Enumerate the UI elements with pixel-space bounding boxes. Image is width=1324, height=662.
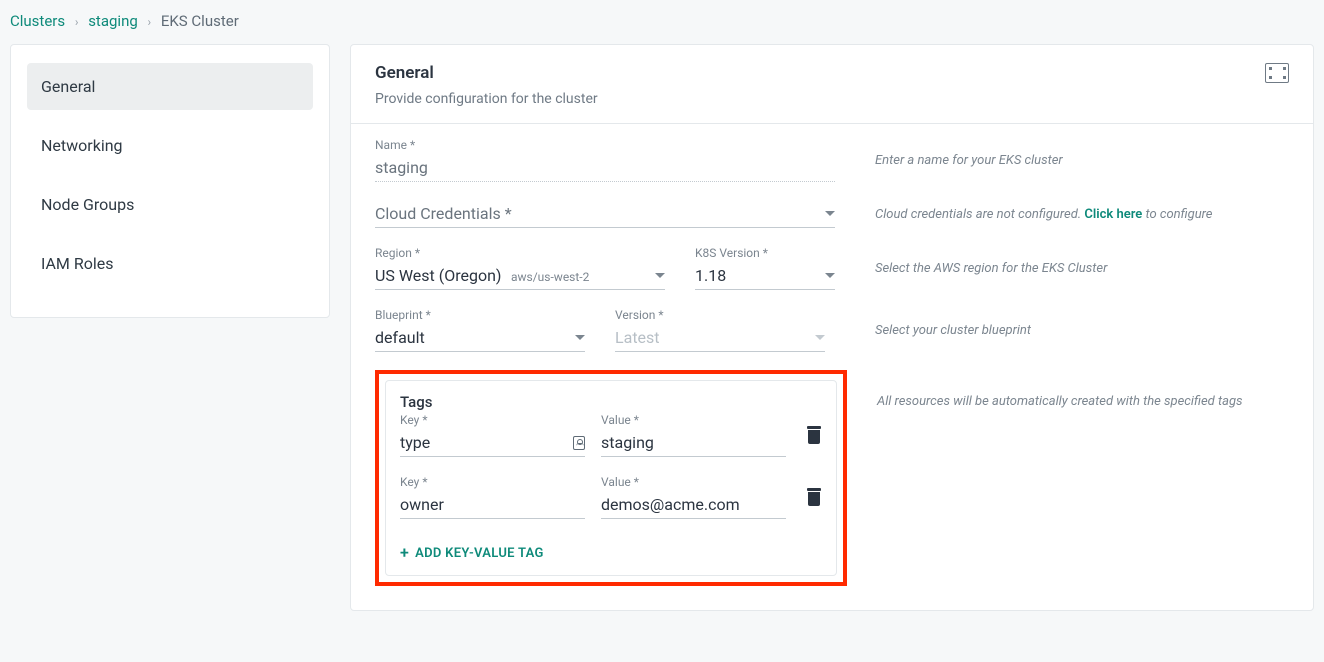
sidebar-item-iam-roles[interactable]: IAM Roles <box>27 240 313 287</box>
breadcrumb-env[interactable]: staging <box>88 12 138 30</box>
blueprint-label: Blueprint * <box>375 308 585 322</box>
add-tag-button[interactable]: + ADD KEY-VALUE TAG <box>400 545 822 561</box>
tag-row: Key * owner Value * demos@acme.com <box>400 475 822 519</box>
main-panel: General Provide configuration for the cl… <box>350 44 1314 611</box>
sidebar-item-general[interactable]: General <box>27 63 313 110</box>
tags-title: Tags <box>400 393 822 411</box>
sidebar: General Networking Node Groups IAM Roles <box>10 44 330 318</box>
tags-highlight-box: Tags Key * type <box>375 370 847 586</box>
name-label: Name * <box>375 138 835 152</box>
name-field[interactable]: Name * staging <box>375 138 835 182</box>
region-label: Region * <box>375 246 665 260</box>
region-sub: aws/us-west-2 <box>511 270 589 284</box>
configure-credentials-link[interactable]: Click here <box>1084 207 1142 222</box>
credentials-select[interactable]: Cloud Credentials * <box>375 200 835 228</box>
name-value: staging <box>375 158 428 177</box>
region-value: US West (Oregon) <box>375 266 502 285</box>
credentials-hint: Cloud credentials are not configured. Cl… <box>865 207 1289 222</box>
chevron-down-icon <box>825 211 835 216</box>
page-title: General <box>375 63 598 83</box>
region-select[interactable]: Region * US West (Oregon) aws/us-west-2 <box>375 246 665 290</box>
trash-icon[interactable] <box>806 426 822 444</box>
chevron-down-icon <box>825 273 835 278</box>
tag-row: Key * type Value * staging <box>400 413 822 457</box>
k8s-version-select[interactable]: K8S Version * 1.18 <box>695 246 835 290</box>
breadcrumb: Clusters › staging › EKS Cluster <box>10 10 1314 44</box>
tag-value-field[interactable]: Value * demos@acme.com <box>601 475 786 519</box>
tag-key-field[interactable]: Key * owner <box>400 475 585 519</box>
chevron-down-icon <box>575 335 585 340</box>
chevron-down-icon <box>655 273 665 278</box>
name-hint: Enter a name for your EKS cluster <box>865 153 1289 168</box>
tags-hint: All resources will be automatically crea… <box>847 370 1289 409</box>
chevron-down-icon <box>815 335 825 340</box>
blueprint-version-label: Version * <box>615 308 825 322</box>
sidebar-item-node-groups[interactable]: Node Groups <box>27 181 313 228</box>
blueprint-version-value: Latest <box>615 328 660 347</box>
blueprint-hint: Select your cluster blueprint <box>865 323 1289 338</box>
credentials-label: Cloud Credentials * <box>375 204 512 223</box>
plus-icon: + <box>400 545 409 561</box>
blueprint-version-select: Version * Latest <box>615 308 825 352</box>
trash-icon[interactable] <box>806 488 822 506</box>
breadcrumb-root[interactable]: Clusters <box>10 12 65 30</box>
tag-key-field[interactable]: Key * type <box>400 413 585 457</box>
k8s-version-label: K8S Version * <box>695 246 835 260</box>
expand-icon[interactable] <box>1265 63 1289 83</box>
sidebar-item-networking[interactable]: Networking <box>27 122 313 169</box>
blueprint-select[interactable]: Blueprint * default <box>375 308 585 352</box>
breadcrumb-sep-icon: › <box>69 15 85 29</box>
region-hint: Select the AWS region for the EKS Cluste… <box>865 261 1289 276</box>
page-subtitle: Provide configuration for the cluster <box>375 91 598 107</box>
k8s-version-value: 1.18 <box>695 266 726 285</box>
tag-value-field[interactable]: Value * staging <box>601 413 786 457</box>
blueprint-value: default <box>375 328 425 347</box>
breadcrumb-sep-icon: › <box>142 15 158 29</box>
contacts-icon[interactable] <box>573 436 585 450</box>
breadcrumb-current: EKS Cluster <box>161 12 239 30</box>
tags-box: Tags Key * type <box>385 380 837 576</box>
